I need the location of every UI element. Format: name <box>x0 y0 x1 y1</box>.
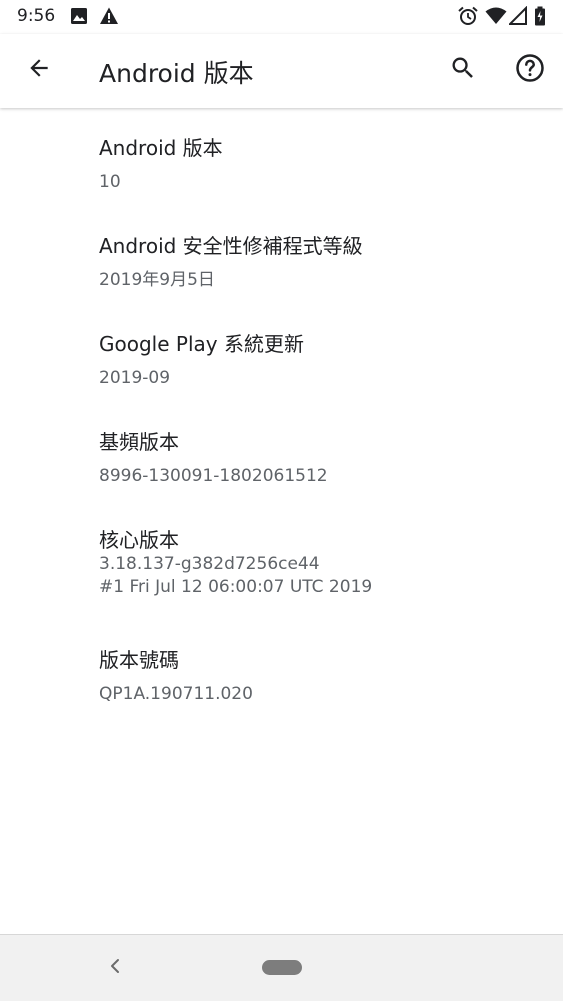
status-bar: 9:56 <box>0 0 563 34</box>
list-item-summary-line1: 3.18.137-g382d7256ce44 <box>99 554 320 574</box>
list-item-android-version[interactable]: Android 版本 10 <box>0 119 563 205</box>
page-title: Android 版本 <box>99 59 254 88</box>
nav-back-button[interactable] <box>100 953 130 983</box>
help-button[interactable] <box>507 47 553 93</box>
list-item-title: Android 安全性修補程式等級 <box>99 234 363 258</box>
list-item-summary: QP1A.190711.020 <box>99 684 253 704</box>
navigation-bar <box>0 934 563 1001</box>
search-icon <box>449 54 477 86</box>
list-item-title: 基頻版本 <box>99 430 179 454</box>
back-button[interactable] <box>16 47 62 93</box>
search-button[interactable] <box>440 47 486 93</box>
list-item-summary: 8996-130091-1802061512 <box>99 466 328 486</box>
list-item-summary-line2: #1 Fri Jul 12 06:00:07 UTC 2019 <box>99 577 373 597</box>
status-time: 9:56 <box>17 6 56 26</box>
warning-icon <box>99 6 119 26</box>
chevron-left-icon <box>108 957 122 979</box>
list-item-title: 版本號碼 <box>99 648 179 672</box>
image-icon <box>69 6 89 26</box>
signal-icon <box>509 6 527 26</box>
list-item-play-system-update[interactable]: Google Play 系統更新 2019-09 <box>0 315 563 401</box>
list-item-kernel-version[interactable]: 核心版本 3.18.137-g382d7256ce44 #1 Fri Jul 1… <box>0 511 563 619</box>
list-item-build-number[interactable]: 版本號碼 QP1A.190711.020 <box>0 631 563 717</box>
list-item-baseband-version[interactable]: 基頻版本 8996-130091-1802061512 <box>0 413 563 499</box>
battery-icon <box>534 6 546 26</box>
wifi-icon <box>485 6 507 26</box>
list-item-title: Android 版本 <box>99 136 223 160</box>
list-item-summary: 2019-09 <box>99 368 171 388</box>
list-item-security-patch[interactable]: Android 安全性修補程式等級 2019年9月5日 <box>0 217 563 303</box>
help-icon <box>515 53 545 87</box>
app-bar: Android 版本 <box>0 34 563 108</box>
list-item-summary: 10 <box>99 172 121 192</box>
nav-home-pill[interactable] <box>262 960 302 975</box>
list-item-title: 核心版本 <box>99 528 179 552</box>
alarm-icon <box>457 6 479 26</box>
arrow-back-icon <box>26 55 52 85</box>
list-item-title: Google Play 系統更新 <box>99 332 304 356</box>
list-item-summary: 2019年9月5日 <box>99 270 215 290</box>
